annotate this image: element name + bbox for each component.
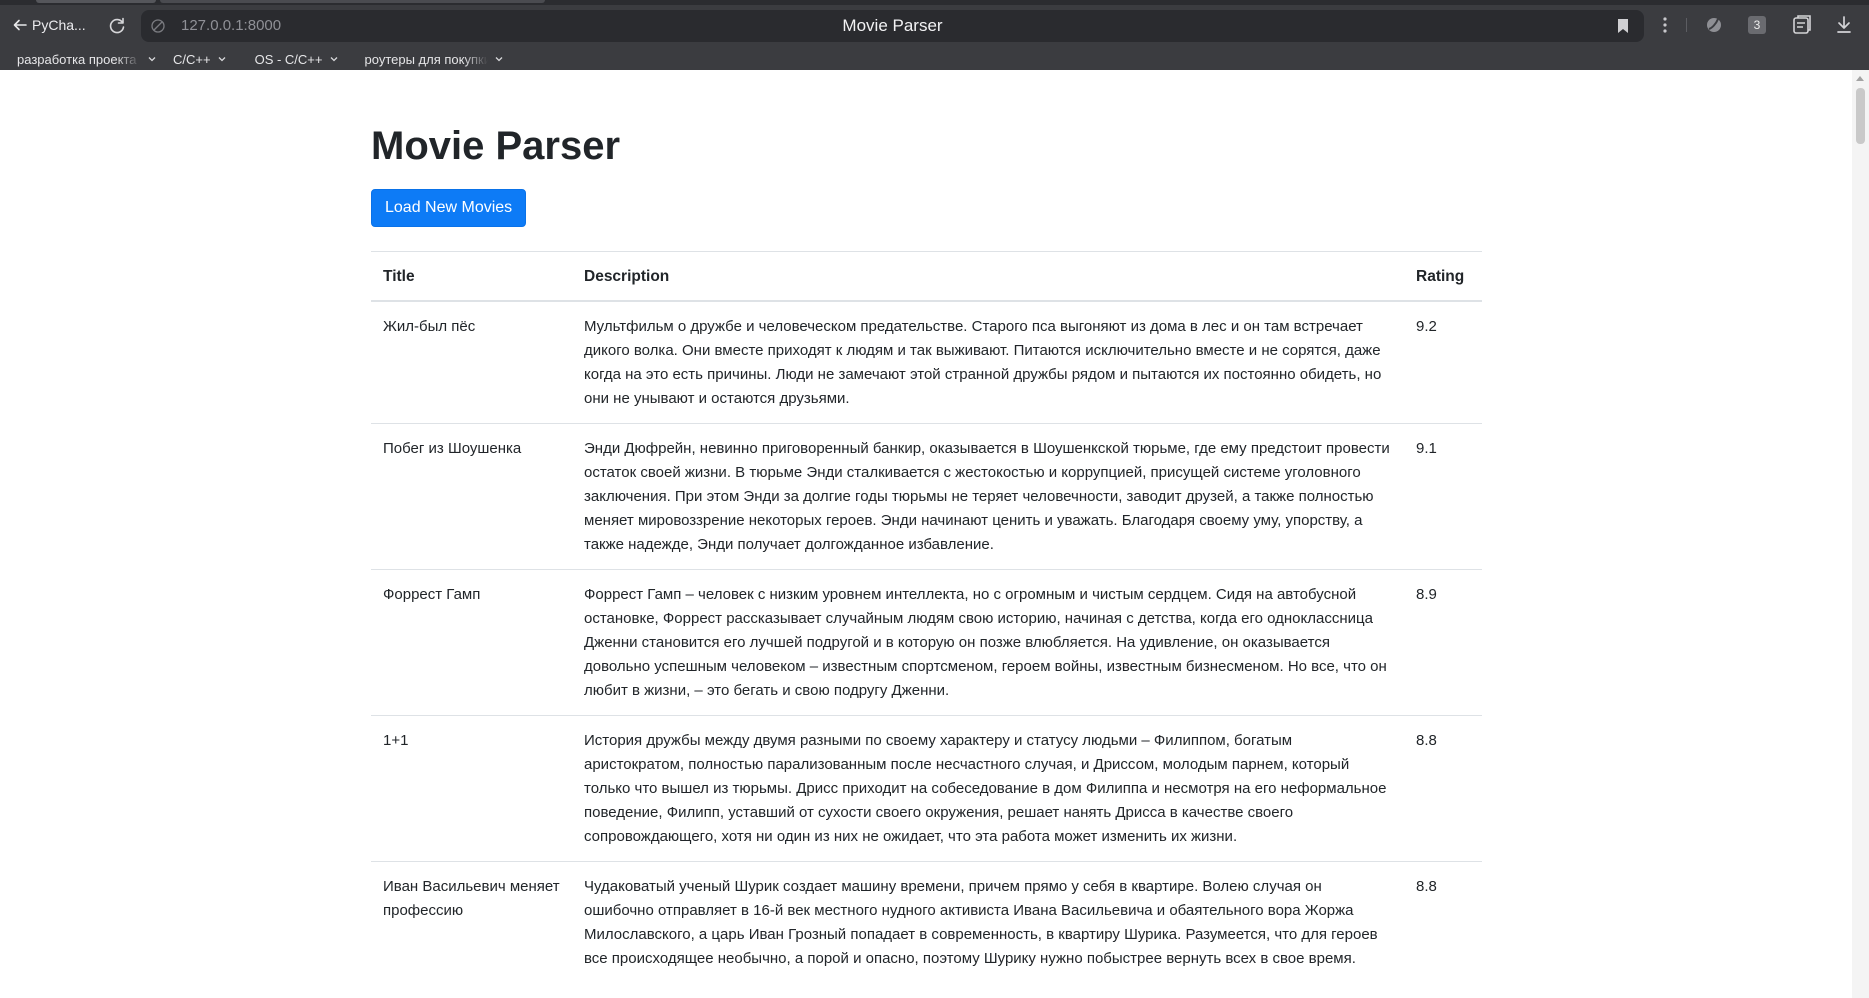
movie-rating: 8.8 xyxy=(1404,860,1482,983)
table-header-row: Title Description Rating xyxy=(371,251,1482,302)
movie-description: Мультфильм о дружбе и человеческом преда… xyxy=(572,300,1404,423)
reload-icon[interactable] xyxy=(107,16,127,36)
movie-title: Форрест Гамп xyxy=(371,568,572,715)
collections-icon[interactable] xyxy=(1791,13,1813,37)
bookmark-folder-label: роутеры для покупки xyxy=(364,51,488,67)
movies-table: Title Description Rating Жил-был пёс Мул… xyxy=(371,251,1482,983)
movie-title: Иван Васильевич меняет профессию xyxy=(371,860,572,983)
movie-title: Побег из Шоушенка xyxy=(371,422,572,569)
address-bar[interactable]: 127.0.0.1:8000 Movie Parser xyxy=(141,10,1644,42)
download-icon[interactable] xyxy=(1835,13,1853,37)
column-header-description: Description xyxy=(572,251,1404,302)
extension-icon[interactable] xyxy=(1704,13,1724,37)
arrow-left-icon xyxy=(13,19,27,31)
load-new-movies-button[interactable]: Load New Movies xyxy=(371,189,527,227)
table-row: Жил-был пёс Мультфильм о дружбе и челове… xyxy=(371,300,1482,423)
bookmark-folder[interactable]: роутеры для покупки xyxy=(365,52,504,67)
content-container: Movie Parser Load New Movies Title Descr… xyxy=(371,70,1482,983)
chevron-down-icon xyxy=(495,57,502,62)
chevron-down-icon xyxy=(330,57,337,62)
movie-rating: 8.8 xyxy=(1404,714,1482,861)
tab-count-badge[interactable]: 3 xyxy=(1748,16,1766,34)
table-row: Форрест Гамп Форрест Гамп – человек с ни… xyxy=(371,568,1482,715)
column-header-rating: Rating xyxy=(1404,251,1482,302)
table-body: Жил-был пёс Мультфильм о дружбе и челове… xyxy=(371,300,1482,983)
table-row: Иван Васильевич меняет профессию Чудаков… xyxy=(371,860,1482,983)
scroll-up-arrow-icon[interactable] xyxy=(1856,76,1864,81)
movie-description: Чудаковатый ученый Шурик создает машину … xyxy=(572,860,1404,983)
toolbar-separator xyxy=(1686,18,1687,32)
movie-description: История дружбы между двумя разными по св… xyxy=(572,714,1404,861)
tab[interactable] xyxy=(36,0,156,3)
page-viewport: Movie Parser Load New Movies Title Descr… xyxy=(0,70,1852,998)
bookmark-folder[interactable]: разработка проекта xyxy=(17,52,157,67)
bookmark-folder[interactable]: OS - C/C++ xyxy=(255,52,339,67)
table-header: Title Description Rating xyxy=(371,251,1482,302)
movie-rating: 9.1 xyxy=(1404,422,1482,569)
back-button[interactable]: PyCha... xyxy=(12,14,86,36)
table-row: Побег из Шоушенка Энди Дюфрейн, невинно … xyxy=(371,422,1482,569)
chevron-down-icon xyxy=(148,57,156,62)
table-row: 1+1 История дружбы между двумя разными п… xyxy=(371,714,1482,861)
vertical-scrollbar[interactable] xyxy=(1852,70,1869,998)
page-title: Movie Parser xyxy=(371,124,621,168)
movie-title: Жил-был пёс xyxy=(371,300,572,423)
movie-description: Энди Дюфрейн, невинно приговоренный банк… xyxy=(572,422,1404,569)
movie-title: 1+1 xyxy=(371,714,572,861)
bookmark-folder-label: C/C++ xyxy=(173,51,211,67)
back-button-label: PyCha... xyxy=(32,17,86,33)
movie-description: Форрест Гамп – человек с низким уровнем … xyxy=(572,568,1404,715)
bookmark-folder-label: OS - C/C++ xyxy=(254,51,323,67)
bookmarks-bar: разработка проекта C/C++ OS - C/C++ роут… xyxy=(0,48,1869,70)
bookmark-folder[interactable]: C/C++ xyxy=(173,52,227,67)
tab[interactable] xyxy=(160,0,545,3)
movie-rating: 9.2 xyxy=(1404,300,1482,423)
chevron-down-icon xyxy=(218,57,226,62)
browser-toolbar: PyCha... 127.0.0.1:8000 Movie Parser 3 xyxy=(0,0,1869,48)
bookmark-folder-label: разработка проекта xyxy=(17,51,137,67)
column-header-title: Title xyxy=(371,251,572,302)
scrollbar-thumb[interactable] xyxy=(1856,88,1865,144)
bookmark-icon[interactable] xyxy=(1616,18,1630,34)
movie-rating: 8.9 xyxy=(1404,568,1482,715)
page-tab-title: Movie Parser xyxy=(842,16,943,35)
kebab-menu-icon[interactable] xyxy=(1657,13,1673,37)
